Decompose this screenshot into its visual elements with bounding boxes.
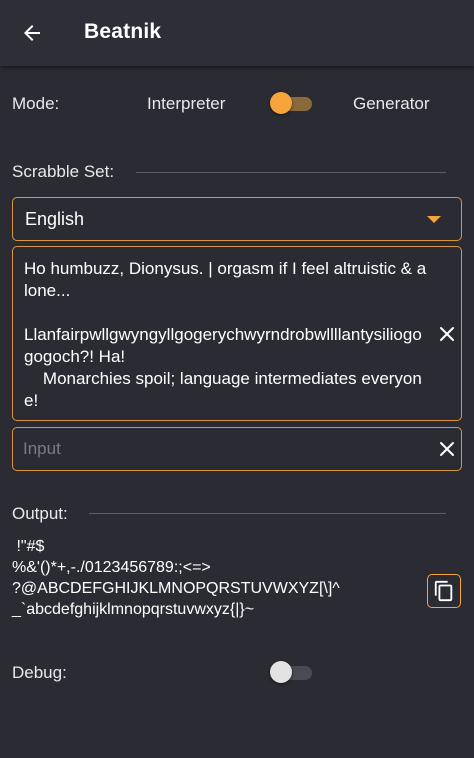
mode-label: Mode:: [12, 94, 60, 113]
back-button[interactable]: [12, 13, 52, 53]
debug-toggle-thumb: [270, 661, 292, 683]
dropdown-arrow-icon: [427, 216, 441, 223]
copy-icon: [434, 580, 453, 602]
scrabble-set-dropdown[interactable]: English: [12, 197, 462, 241]
clear-input-button[interactable]: [433, 435, 461, 463]
scrabble-set-label: Scrabble Set:: [12, 162, 115, 181]
scrabble-divider: [136, 172, 446, 173]
mode-option-generator: Generator: [353, 94, 430, 113]
debug-toggle[interactable]: [270, 657, 314, 687]
mode-toggle-thumb: [270, 92, 292, 114]
output-label: Output:: [12, 504, 68, 523]
clear-source-button[interactable]: [433, 320, 461, 348]
output-text: !"#$ %&'()*+,-./0123456789:;<=> ?@ABCDEF…: [12, 538, 340, 618]
input-field[interactable]: [23, 437, 413, 461]
close-icon: [440, 442, 454, 456]
copy-output-button[interactable]: [427, 574, 461, 608]
debug-label: Debug:: [12, 663, 67, 682]
app-bar: Beatnik: [0, 0, 474, 66]
mode-option-interpreter: Interpreter: [147, 94, 226, 113]
page-title: Beatnik: [84, 20, 162, 43]
scrabble-set-value: English: [25, 209, 85, 229]
mode-toggle[interactable]: [270, 88, 314, 118]
source-textarea[interactable]: Ho humbuzz, Dionysus. | orgasm if I feel…: [12, 246, 462, 421]
source-text: Ho humbuzz, Dionysus. | orgasm if I feel…: [24, 259, 427, 410]
output-divider: [89, 513, 446, 514]
arrow-left-icon: [24, 25, 40, 41]
input-box: [12, 427, 462, 471]
close-icon: [440, 327, 454, 341]
